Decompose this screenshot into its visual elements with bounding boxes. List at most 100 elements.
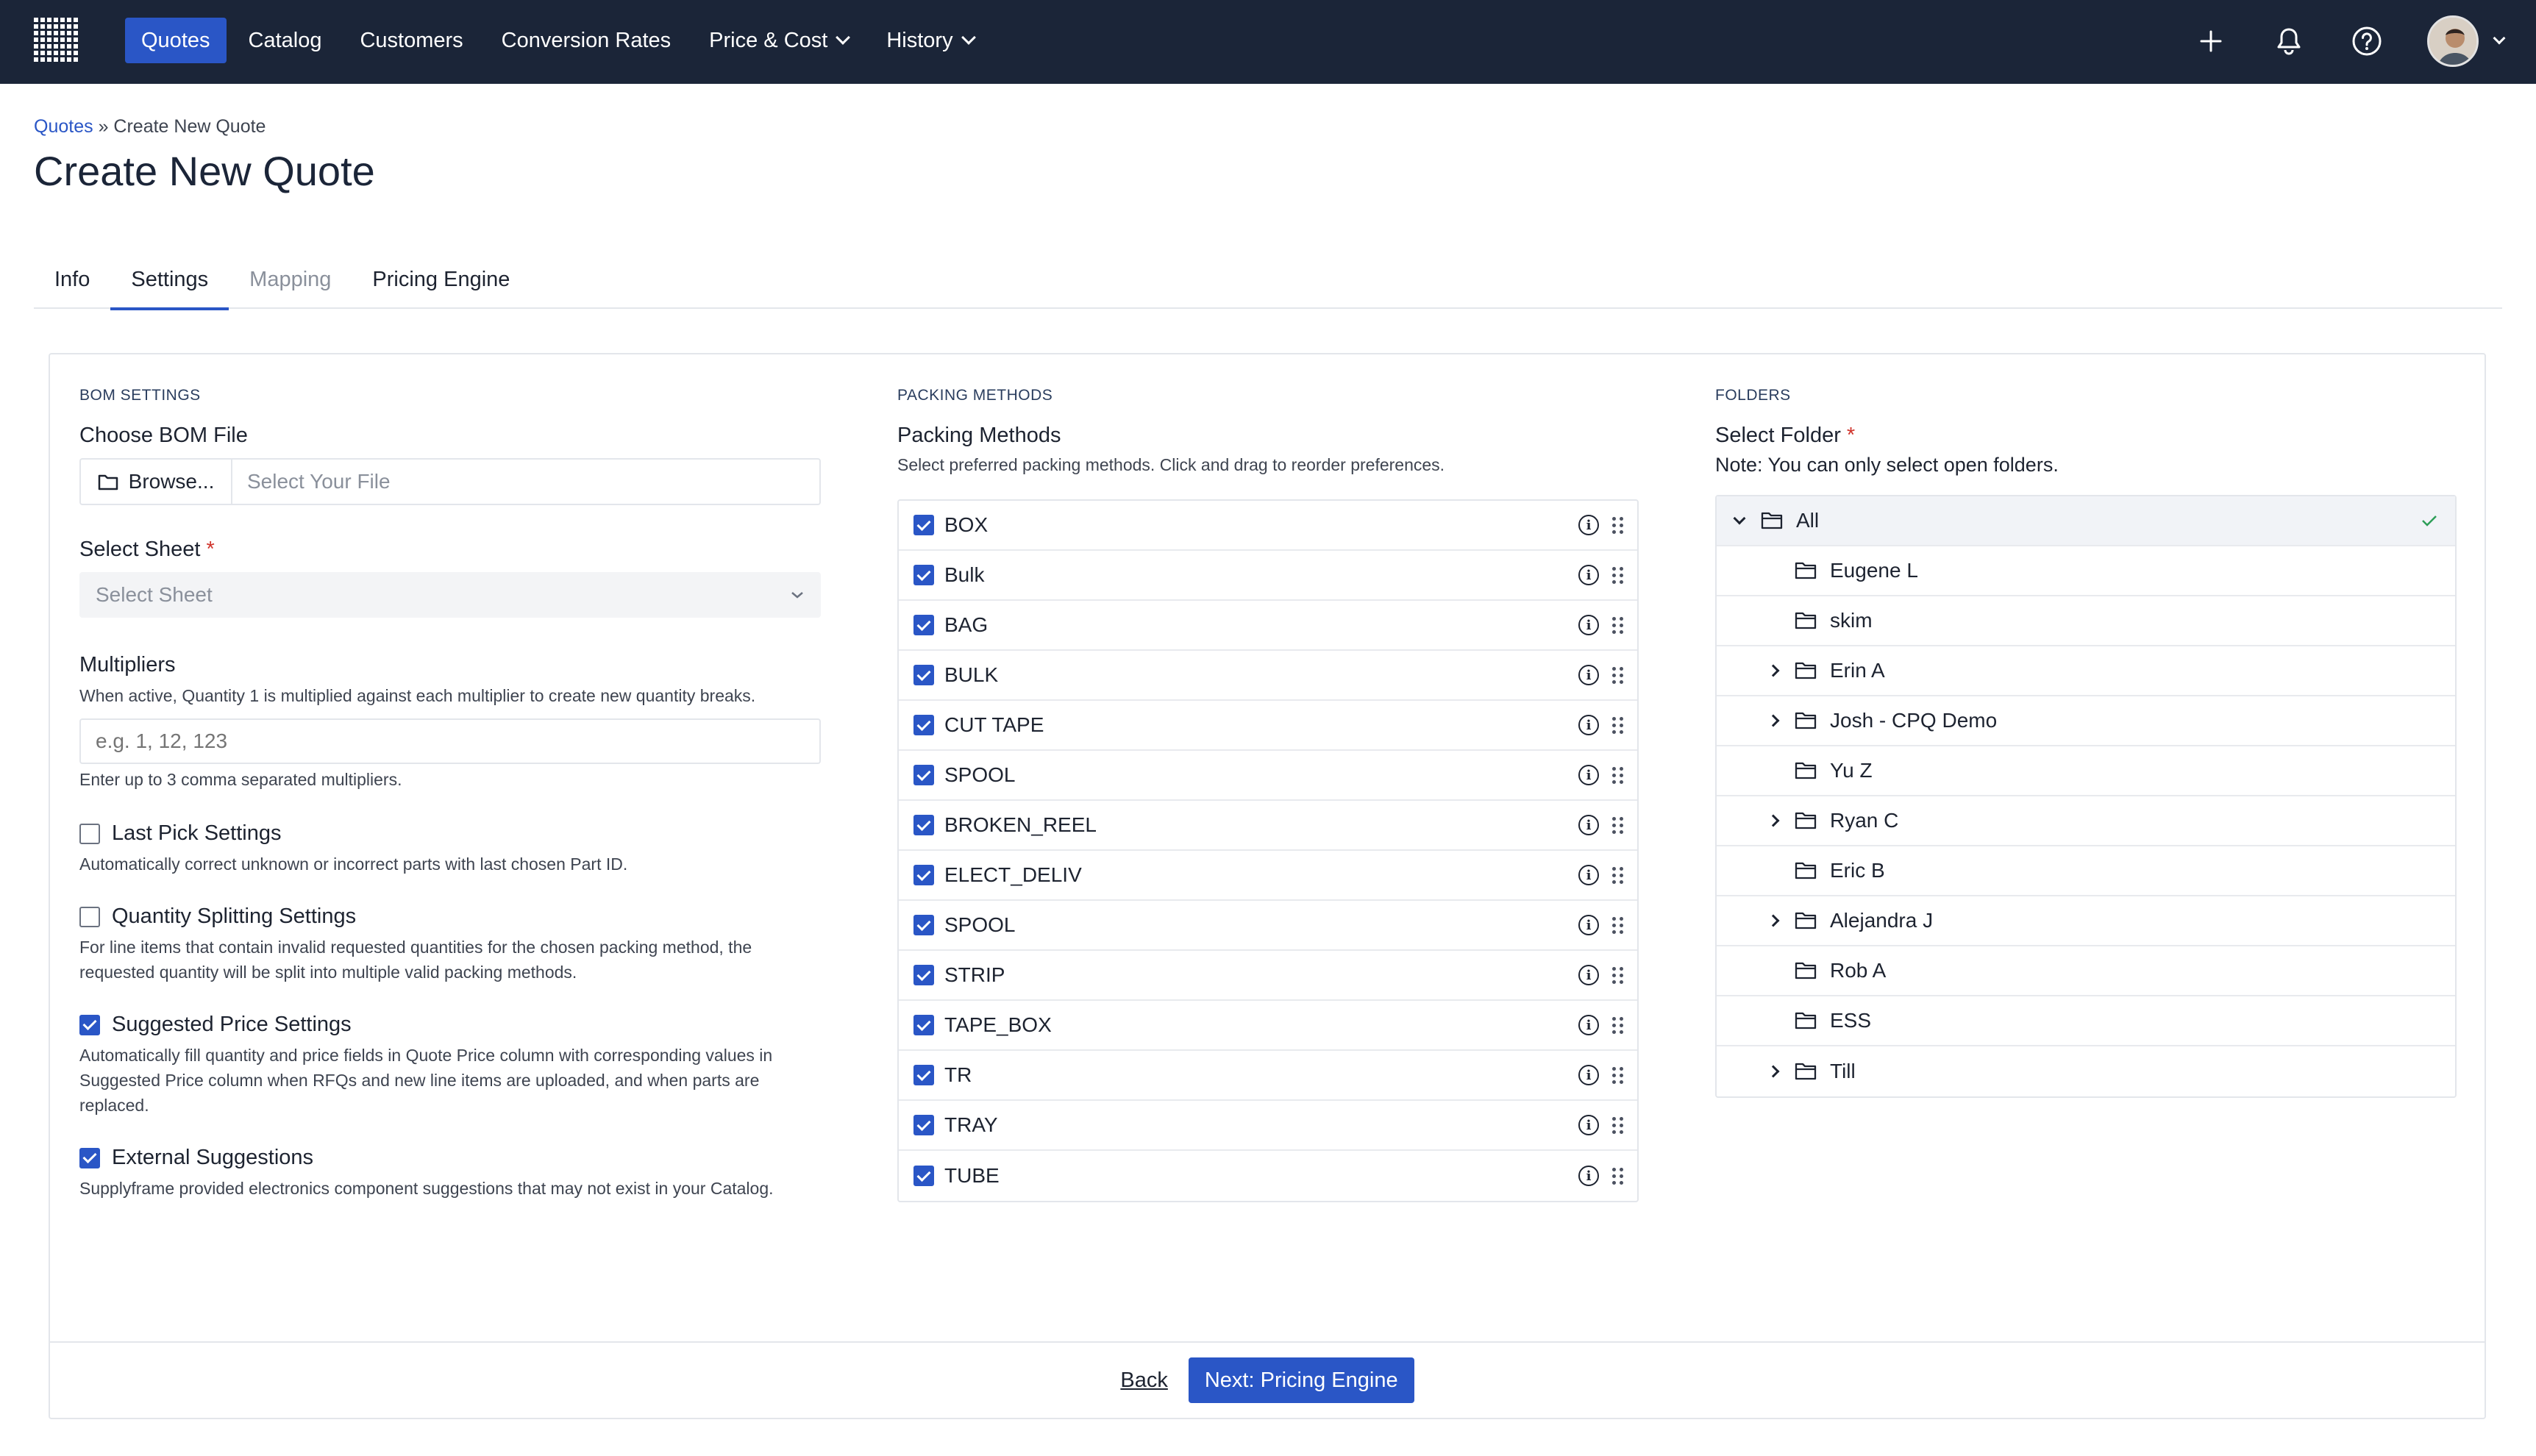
packing-method-checkbox[interactable] — [913, 1166, 934, 1186]
drag-handle-icon[interactable] — [1612, 1016, 1624, 1034]
drag-handle-icon[interactable] — [1612, 1167, 1624, 1185]
expand-toggle[interactable] — [1728, 510, 1750, 532]
folder-row[interactable]: Erin A — [1717, 646, 2455, 696]
folder-row[interactable]: Yu Z — [1717, 746, 2455, 796]
drag-handle-icon[interactable] — [1612, 1116, 1624, 1134]
info-icon[interactable]: i — [1578, 1065, 1599, 1085]
checkbox-row[interactable]: External Suggestions — [79, 1146, 821, 1170]
folder-row[interactable]: skim — [1717, 596, 2455, 646]
info-icon[interactable]: i — [1578, 615, 1599, 635]
info-icon[interactable]: i — [1578, 1015, 1599, 1035]
folder-row[interactable]: Till — [1717, 1046, 2455, 1096]
tab-info[interactable]: Info — [34, 250, 110, 309]
quantity-splitting-checkbox[interactable] — [79, 906, 100, 927]
packing-method-row[interactable]: BULK i — [899, 651, 1637, 701]
packing-method-row[interactable]: SPOOL i — [899, 751, 1637, 801]
packing-method-checkbox[interactable] — [913, 865, 934, 885]
packing-method-checkbox[interactable] — [913, 1065, 934, 1085]
packing-method-row[interactable]: TRAY i — [899, 1101, 1637, 1151]
packing-method-checkbox[interactable] — [913, 915, 934, 935]
back-button[interactable]: Back — [1120, 1368, 1167, 1393]
checkbox-row[interactable]: Quantity Splitting Settings — [79, 904, 821, 929]
nav-item-customers[interactable]: Customers — [343, 18, 479, 63]
nav-item-conversion-rates[interactable]: Conversion Rates — [485, 18, 688, 63]
folder-row[interactable]: Alejandra J — [1717, 896, 2455, 946]
drag-handle-icon[interactable] — [1612, 566, 1624, 584]
packing-method-checkbox[interactable] — [913, 765, 934, 785]
info-icon[interactable]: i — [1578, 1115, 1599, 1135]
info-icon[interactable]: i — [1578, 715, 1599, 735]
nav-item-quotes[interactable]: Quotes — [125, 18, 227, 63]
info-icon[interactable]: i — [1578, 565, 1599, 585]
folder-row[interactable]: Eugene L — [1717, 546, 2455, 596]
packing-method-row[interactable]: ELECT_DELIV i — [899, 851, 1637, 901]
drag-handle-icon[interactable] — [1612, 966, 1624, 984]
nav-item-catalog[interactable]: Catalog — [232, 18, 338, 63]
expand-toggle[interactable] — [1762, 660, 1784, 682]
folder-row[interactable]: Ryan C — [1717, 796, 2455, 846]
nav-item-price-cost[interactable]: Price & Cost — [693, 18, 864, 63]
packing-method-row[interactable]: TUBE i — [899, 1151, 1637, 1201]
packing-method-row[interactable]: TR i — [899, 1051, 1637, 1101]
bom-file-input[interactable]: Browse... Select Your File — [79, 458, 821, 505]
nav-item-history[interactable]: History — [870, 18, 989, 63]
expand-toggle[interactable] — [1762, 1060, 1784, 1082]
packing-method-checkbox[interactable] — [913, 1015, 934, 1035]
packing-method-checkbox[interactable] — [913, 715, 934, 735]
info-icon[interactable]: i — [1578, 915, 1599, 935]
packing-method-row[interactable]: SPOOL i — [899, 901, 1637, 951]
drag-handle-icon[interactable] — [1612, 516, 1624, 534]
browse-button[interactable]: Browse... — [81, 460, 232, 504]
folder-row[interactable]: Rob A — [1717, 946, 2455, 996]
drag-handle-icon[interactable] — [1612, 816, 1624, 834]
drag-handle-icon[interactable] — [1612, 866, 1624, 884]
help-icon[interactable] — [2349, 24, 2384, 59]
info-icon[interactable]: i — [1578, 965, 1599, 985]
tab-mapping[interactable]: Mapping — [229, 250, 352, 309]
suggested-price-checkbox[interactable] — [79, 1014, 100, 1035]
last-pick-checkbox[interactable] — [79, 823, 100, 844]
drag-handle-icon[interactable] — [1612, 666, 1624, 684]
folder-row[interactable]: Josh - CPQ Demo — [1717, 696, 2455, 746]
folder-row[interactable]: Eric B — [1717, 846, 2455, 896]
packing-method-checkbox[interactable] — [913, 515, 934, 535]
tab-settings[interactable]: Settings — [110, 250, 229, 310]
checkbox-row[interactable]: Last Pick Settings — [79, 821, 821, 846]
packing-method-row[interactable]: TAPE_BOX i — [899, 1001, 1637, 1051]
packing-method-row[interactable]: CUT TAPE i — [899, 701, 1637, 751]
folder-row[interactable]: All — [1717, 496, 2455, 546]
tab-pricing-engine[interactable]: Pricing Engine — [352, 250, 530, 309]
packing-method-row[interactable]: Bulk i — [899, 551, 1637, 601]
drag-handle-icon[interactable] — [1612, 1066, 1624, 1084]
user-menu[interactable] — [2427, 15, 2506, 67]
expand-toggle[interactable] — [1762, 910, 1784, 932]
multipliers-input[interactable] — [79, 718, 821, 764]
packing-method-row[interactable]: BROKEN_REEL i — [899, 801, 1637, 851]
drag-handle-icon[interactable] — [1612, 716, 1624, 734]
packing-method-checkbox[interactable] — [913, 665, 934, 685]
packing-method-checkbox[interactable] — [913, 965, 934, 985]
select-sheet-dropdown[interactable]: Select Sheet — [79, 572, 821, 618]
info-icon[interactable]: i — [1578, 515, 1599, 535]
add-icon[interactable] — [2193, 24, 2229, 59]
checkbox-row[interactable]: Suggested Price Settings — [79, 1013, 821, 1037]
packing-method-row[interactable]: BOX i — [899, 501, 1637, 551]
packing-method-checkbox[interactable] — [913, 1115, 934, 1135]
info-icon[interactable]: i — [1578, 1166, 1599, 1186]
drag-handle-icon[interactable] — [1612, 916, 1624, 934]
bell-icon[interactable] — [2271, 24, 2307, 59]
external-suggestions-checkbox[interactable] — [79, 1147, 100, 1168]
expand-toggle[interactable] — [1762, 710, 1784, 732]
info-icon[interactable]: i — [1578, 865, 1599, 885]
info-icon[interactable]: i — [1578, 815, 1599, 835]
packing-method-checkbox[interactable] — [913, 565, 934, 585]
packing-method-row[interactable]: STRIP i — [899, 951, 1637, 1001]
info-icon[interactable]: i — [1578, 665, 1599, 685]
info-icon[interactable]: i — [1578, 765, 1599, 785]
app-logo-grid-icon[interactable] — [32, 16, 81, 65]
next-pricing-engine-button[interactable]: Next: Pricing Engine — [1188, 1357, 1414, 1403]
drag-handle-icon[interactable] — [1612, 766, 1624, 784]
packing-method-checkbox[interactable] — [913, 615, 934, 635]
expand-toggle[interactable] — [1762, 810, 1784, 832]
packing-method-checkbox[interactable] — [913, 815, 934, 835]
